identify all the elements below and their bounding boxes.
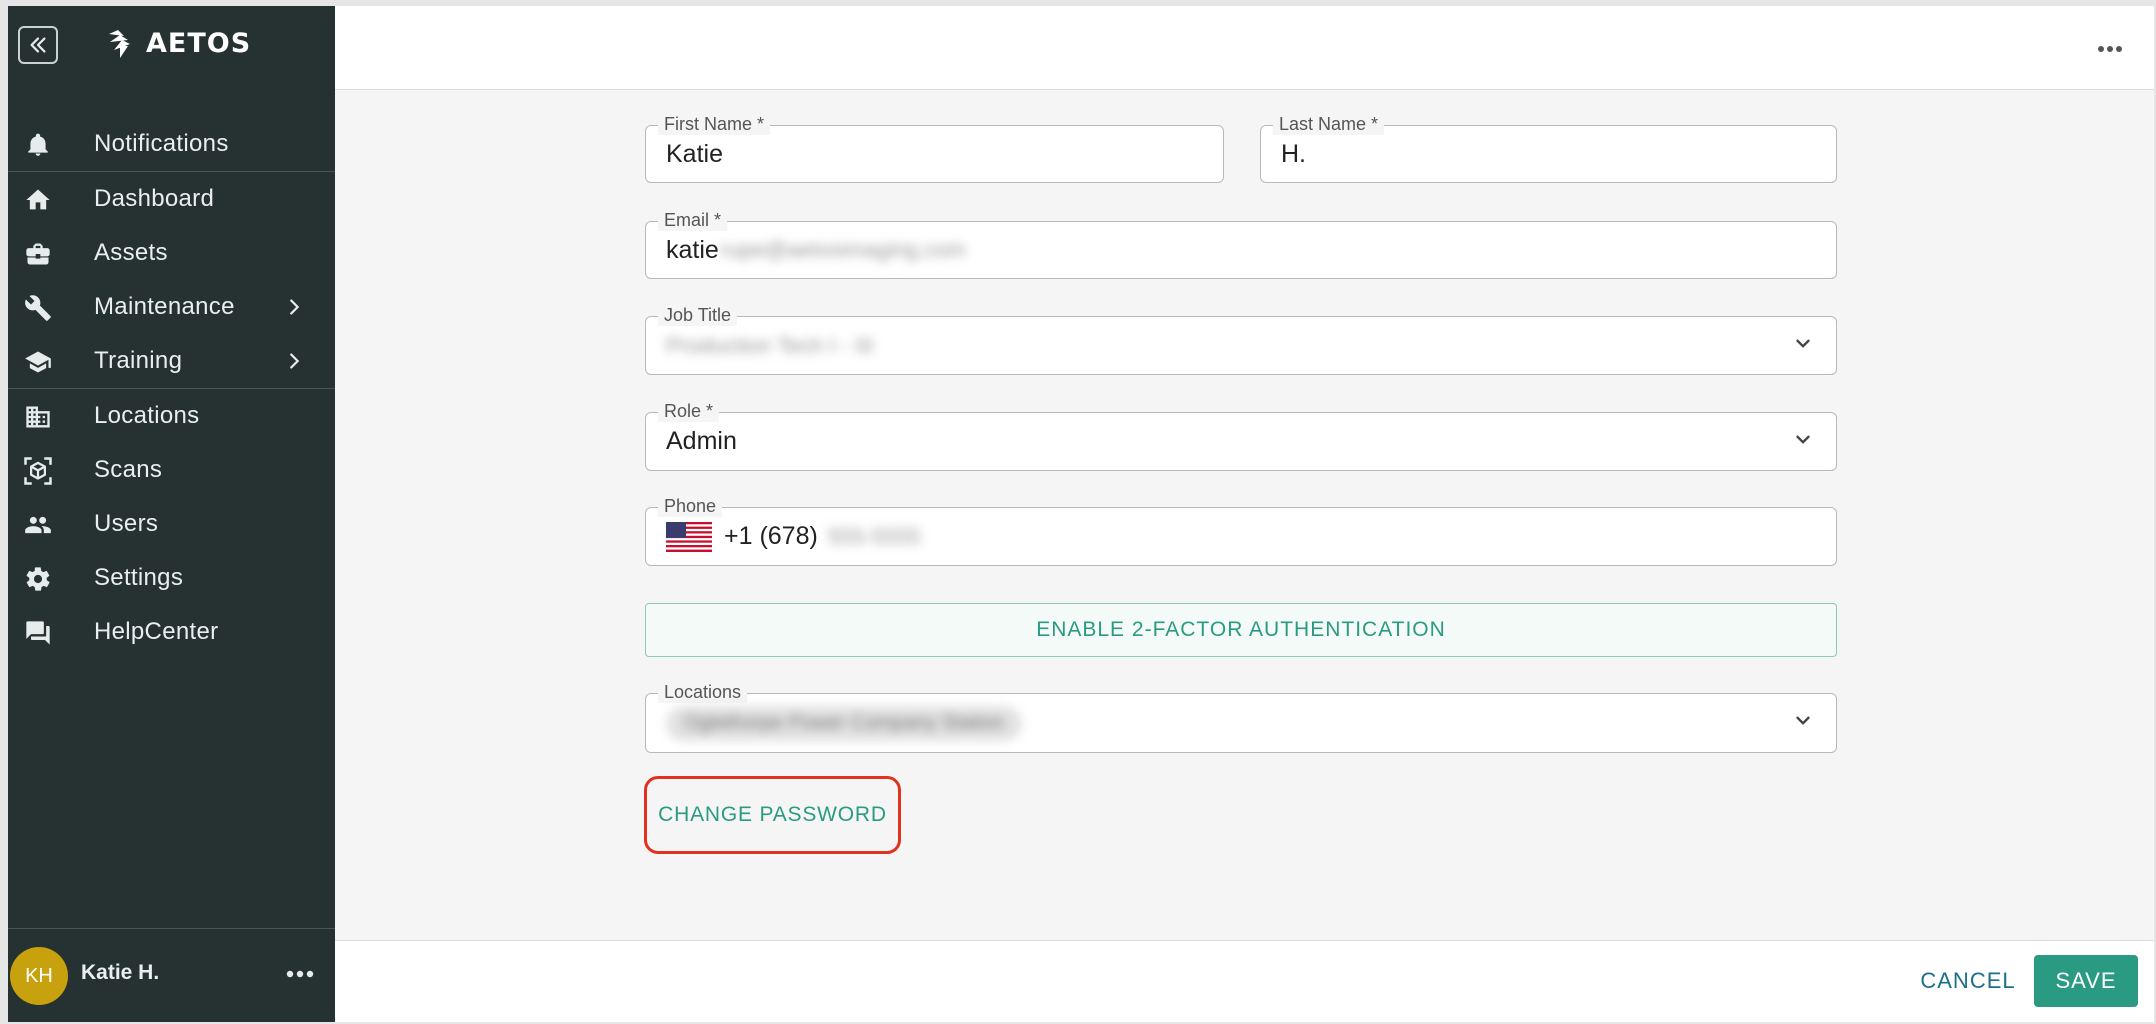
save-button[interactable]: SAVE [2034,955,2138,1007]
locations-select[interactable]: Locations Oglethorpe Power Company Stati… [645,681,1837,753]
sidebar-item-label: Assets [94,239,168,266]
chevron-down-icon [1792,710,1814,737]
sidebar-item-helpcenter[interactable]: HelpCenter [8,605,335,659]
sidebar-item-users[interactable]: Users [8,497,335,551]
email-field[interactable]: Email * katie rupe@aetosimaging.com [645,209,1837,279]
avatar: KH [10,947,68,1005]
phone-visible-part: +1 (678) [724,522,818,550]
user-profile-bar[interactable]: KH Katie H. [8,928,335,1022]
user-more-button[interactable] [283,957,317,991]
email-value: katie rupe@aetosimaging.com [666,222,966,278]
chat-icon [22,619,54,647]
sidebar-item-training[interactable]: Training [8,334,335,388]
sidebar-item-dashboard[interactable]: Dashboard [8,172,335,226]
cube-scan-icon [22,457,54,485]
bell-icon [22,131,54,159]
phone-value: +1 (678) 555-5555 [666,508,921,565]
sidebar-item-locations[interactable]: Locations [8,389,335,443]
user-edit-form: First Name * Katie Last Name * H. Email … [335,90,2154,940]
logo: AETOS [106,26,251,60]
sidebar-item-label: Maintenance [94,293,235,320]
phone-field[interactable]: Phone +1 (678) 555-5555 [645,495,1837,566]
location-chip[interactable]: Oglethorpe Power Company Station [666,705,1023,741]
gear-icon [22,565,54,593]
building-icon [22,403,54,431]
role-select[interactable]: Role * Admin [645,400,1837,471]
sidebar-item-label: Notifications [94,130,229,157]
chevron-down-icon [1792,332,1814,359]
enable-2fa-button[interactable]: ENABLE 2-FACTOR AUTHENTICATION [645,603,1837,657]
email-obscured-part: rupe@aetosimaging.com [720,237,966,262]
chevron-right-icon [283,295,305,324]
sidebar-item-notifications[interactable]: Notifications [8,117,335,171]
first-name-value: Katie [666,139,723,168]
sidebar-item-assets[interactable]: Assets [8,226,335,280]
last-name-value: H. [1281,139,1306,168]
wrench-icon [22,294,54,322]
more-horizontal-icon [286,970,314,978]
collapse-sidebar-button[interactable] [18,26,58,64]
people-icon [22,511,54,539]
top-header [335,6,2154,90]
chevron-right-icon [283,349,305,378]
sidebar-nav: Notifications Dashboard Assets Maintenan… [8,117,335,659]
last-name-field[interactable]: Last Name * H. [1260,113,1837,183]
sidebar-item-label: Dashboard [94,185,215,212]
double-chevron-left-icon [30,37,46,53]
sidebar-item-label: Locations [94,402,200,429]
bird-logo-icon [109,30,130,58]
briefcase-icon [22,240,54,268]
sidebar-item-scans[interactable]: Scans [8,443,335,497]
us-flag-icon[interactable] [666,521,712,552]
form-footer: CANCEL SAVE [335,940,2154,1022]
locations-value: Oglethorpe Power Company Station [666,694,1023,752]
header-more-button[interactable] [2090,34,2130,64]
logo-text: AETOS [146,27,252,59]
first-name-field[interactable]: First Name * Katie [645,113,1224,183]
job-title-value: Production Tech I - III [666,317,873,374]
sidebar: AETOS Notifications Dashboard Assets Mai… [8,6,335,1022]
sidebar-item-maintenance[interactable]: Maintenance [8,280,335,334]
sidebar-item-label: Training [94,347,183,374]
cancel-button[interactable]: CANCEL [1913,955,2023,1007]
user-name: Katie H. [81,961,160,984]
sidebar-item-label: Settings [94,564,184,591]
graduation-cap-icon [22,348,54,376]
home-icon [22,186,54,214]
sidebar-item-settings[interactable]: Settings [8,551,335,605]
phone-obscured-part: 555-5555 [827,523,921,549]
job-title-select[interactable]: Job Title Production Tech I - III [645,304,1837,375]
role-value: Admin [666,427,737,455]
chevron-down-icon [1792,428,1814,455]
more-horizontal-icon [2098,46,2122,52]
change-password-button[interactable]: CHANGE PASSWORD [644,776,901,854]
sidebar-item-label: Scans [94,456,163,483]
sidebar-item-label: Users [94,510,159,537]
email-visible-part: katie [666,235,719,264]
sidebar-item-label: HelpCenter [94,618,219,645]
job-title-obscured: Production Tech I - III [666,332,874,358]
